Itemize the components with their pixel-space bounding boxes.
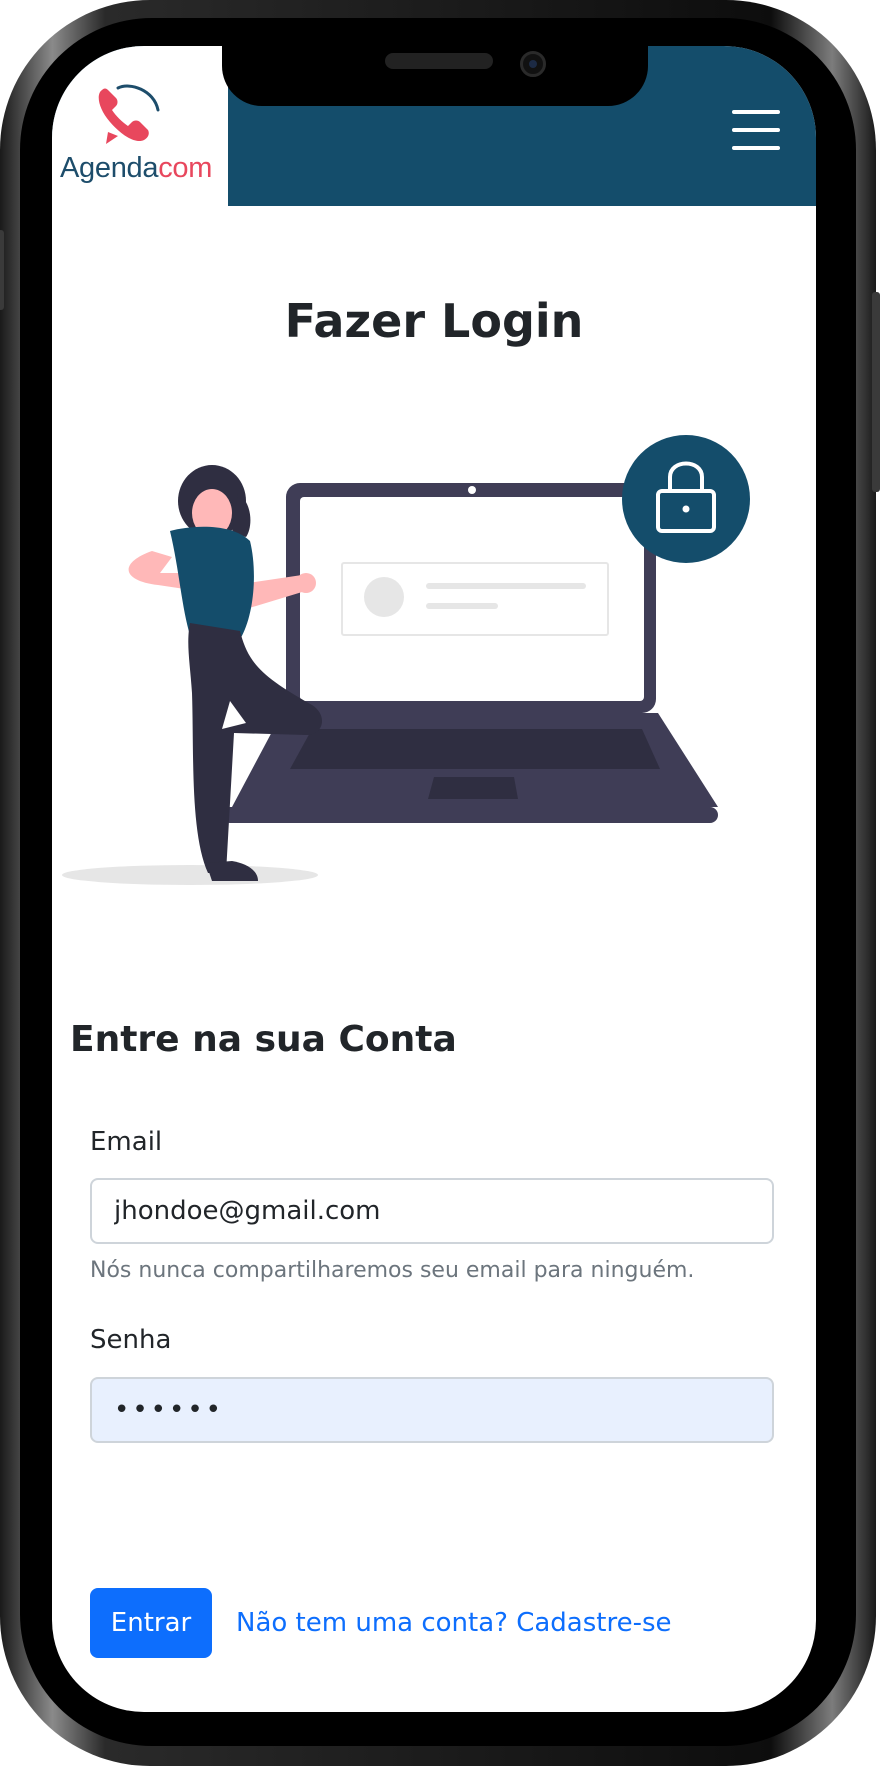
phone-volume-button — [0, 230, 4, 310]
signup-link[interactable]: Não tem uma conta? Cadastre-se — [236, 1608, 672, 1638]
email-help-text: Nós nunca compartilharemos seu email par… — [90, 1258, 695, 1283]
email-field[interactable] — [90, 1178, 774, 1244]
padlock-icon — [622, 435, 750, 563]
password-label: Senha — [90, 1325, 172, 1355]
logo[interactable]: Agendacom — [52, 46, 228, 206]
brand-name: Agendacom — [60, 152, 213, 184]
hamburger-menu-icon[interactable] — [732, 110, 780, 154]
phone-logo-icon — [98, 84, 160, 144]
login-illustration — [62, 435, 750, 885]
phone-side-button — [872, 292, 880, 492]
form-heading: Entre na sua Conta — [70, 1019, 457, 1060]
email-label: Email — [90, 1127, 163, 1157]
submit-button[interactable]: Entrar — [90, 1588, 212, 1658]
phone-camera — [520, 51, 546, 77]
password-field[interactable] — [90, 1377, 774, 1443]
page-title: Fazer Login — [284, 294, 584, 348]
app-screen: Agendacom Fazer Login Entre na sua Conta… — [52, 46, 816, 1712]
phone-speaker — [385, 53, 493, 69]
